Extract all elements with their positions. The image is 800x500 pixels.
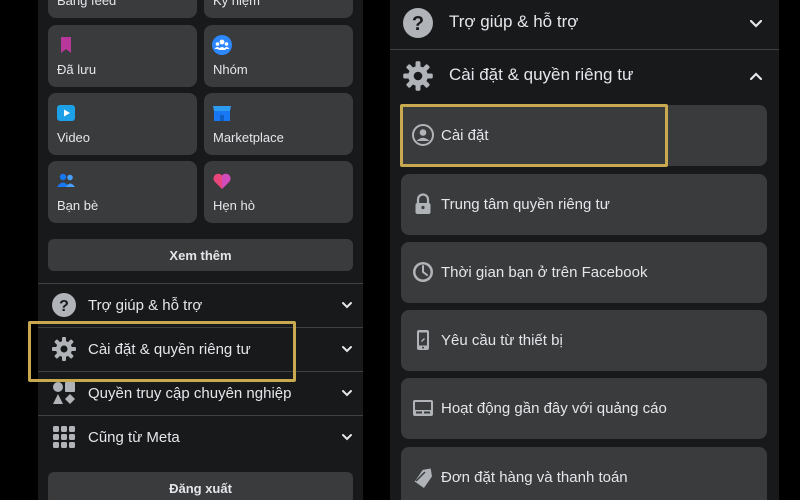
gear-icon [52,337,76,361]
chevron-down-icon [342,390,352,397]
clock-icon [413,262,433,282]
submenu-label: Cài đặt [441,127,489,144]
groups-icon [212,35,232,55]
settings-expanded-panel: ? Trợ giúp & hỗ trợ Cài đặt & quyền riên… [390,0,779,500]
menu-label: Quyền truy cập chuyên nghiệp [88,384,292,402]
submenu-label: Đơn đặt hàng và thanh toán [441,469,628,486]
shortcut-label: Nhóm [213,62,248,77]
menu-label: Trợ giúp & hỗ trợ [88,296,203,314]
menu-label: Trợ giúp & hỗ trợ [449,12,579,31]
menu-help-support[interactable]: ? Trợ giúp & hỗ trợ [38,283,363,327]
left-menu-panel: Bảng feed Kỷ niệm Đã lưu Nhóm Video Mark… [38,0,363,500]
shortcut-dating[interactable]: Hẹn hò [204,161,353,223]
shortcut-marketplace[interactable]: Marketplace [204,93,353,155]
apps-grid-icon [53,426,75,448]
submenu-label: Thời gian bạn ở trên Facebook [441,264,648,281]
menu-settings-privacy[interactable]: Cài đặt & quyền riêng tư [390,51,779,101]
shortcut-label: Đã lưu [57,62,97,77]
tag-icon [414,468,433,488]
menu-label: Cũng từ Meta [88,428,180,446]
menu-label: Cài đặt & quyền riêng tư [449,65,634,84]
marketplace-icon [213,106,231,121]
shortcut-feed[interactable]: Bảng feed [48,0,197,18]
shortcut-friends[interactable]: Bạn bè [48,161,197,223]
chevron-down-icon [342,302,352,309]
shortcut-label: Bảng feed [57,0,117,8]
chevron-down-icon [342,346,352,353]
profile-circle-icon [412,124,434,146]
phone-icon [417,330,429,350]
ad-activity-icon [413,400,433,416]
submenu-settings[interactable]: Cài đặt [401,105,767,166]
see-more-button[interactable]: Xem thêm [48,239,353,271]
help-icon: ? [403,8,433,38]
chevron-down-icon [342,434,352,441]
shortcut-label: Hẹn hò [213,198,255,213]
video-icon [57,105,75,121]
submenu-label: Hoạt động gần đây với quảng cáo [441,400,667,417]
friends-icon [57,173,75,187]
logout-button[interactable]: Đăng xuất [48,472,353,500]
submenu-label: Yêu cầu từ thiết bị [441,332,563,349]
svg-text:?: ? [412,13,424,35]
submenu-privacy-center[interactable]: Trung tâm quyền riêng tư [401,174,767,235]
shapes-icon [53,382,75,404]
submenu-device-requests[interactable]: Yêu cầu từ thiết bị [401,310,767,371]
svg-text:?: ? [59,298,69,315]
help-icon: ? [52,293,76,317]
submenu-label: Trung tâm quyền riêng tư [441,196,610,213]
shortcut-video[interactable]: Video [48,93,197,155]
submenu-time-on-facebook[interactable]: Thời gian bạn ở trên Facebook [401,242,767,303]
divider [390,49,779,50]
shortcut-label: Marketplace [213,130,284,145]
submenu-orders-payments[interactable]: Đơn đặt hàng và thanh toán [401,447,767,500]
menu-settings-privacy[interactable]: Cài đặt & quyền riêng tư [38,327,363,371]
menu-also-from-meta[interactable]: Cũng từ Meta [38,415,363,459]
shortcut-groups[interactable]: Nhóm [204,25,353,87]
menu-help-support[interactable]: ? Trợ giúp & hỗ trợ [390,0,779,48]
menu-professional-access[interactable]: Quyền truy cập chuyên nghiệp [38,371,363,415]
chevron-up-icon [749,72,763,81]
lock-icon [415,193,431,214]
submenu-ad-activity[interactable]: Hoạt động gần đây với quảng cáo [401,378,767,439]
shortcut-label: Kỷ niệm [213,0,260,8]
shortcut-label: Bạn bè [57,198,99,213]
gear-icon [403,61,433,91]
bookmark-icon [61,37,71,53]
chevron-down-icon [749,19,763,28]
heart-icon [213,173,231,189]
shortcut-label: Video [57,130,91,145]
shortcut-saved[interactable]: Đã lưu [48,25,197,87]
shortcut-memories[interactable]: Kỷ niệm [204,0,353,18]
menu-label: Cài đặt & quyền riêng tư [88,340,251,358]
